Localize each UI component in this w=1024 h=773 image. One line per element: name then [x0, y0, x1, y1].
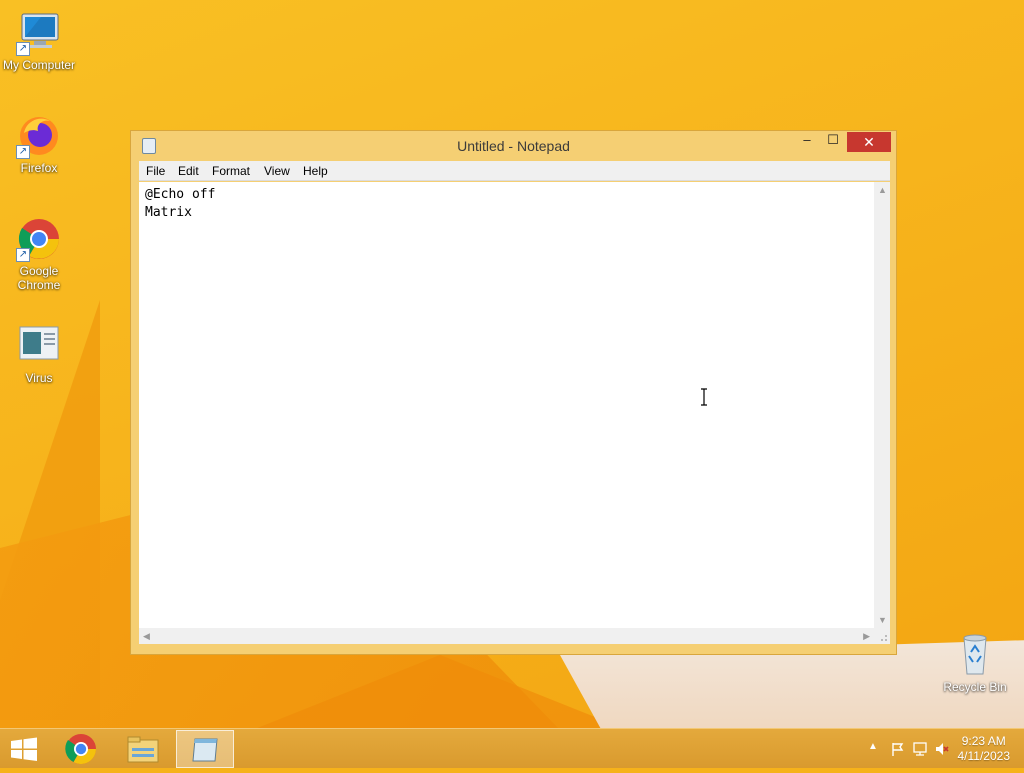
scroll-down-icon[interactable]: ▼ — [878, 615, 887, 625]
taskbar-notepad-button[interactable] — [176, 730, 234, 768]
minimize-button[interactable]: – — [793, 132, 821, 152]
taskbar: ▲ 9:23 AM 4/11/2023 — [0, 728, 1024, 768]
network-icon[interactable] — [912, 741, 928, 757]
window-title: Untitled - Notepad — [457, 138, 570, 154]
menu-view[interactable]: View — [264, 164, 290, 178]
recycle-bin-icon — [952, 632, 998, 678]
menu-format[interactable]: Format — [212, 164, 250, 178]
chrome-icon: ↗ — [16, 216, 62, 262]
desktop-icon-firefox[interactable]: ↗ Firefox — [0, 113, 78, 175]
taskbar-chrome-button[interactable] — [52, 730, 110, 768]
desktop-icon-label: Firefox — [20, 161, 58, 175]
firefox-icon: ↗ — [16, 113, 62, 159]
shortcut-arrow-icon: ↗ — [16, 42, 30, 56]
computer-icon: ↗ — [16, 10, 62, 56]
desktop-icon-my-computer[interactable]: ↗ My Computer — [0, 10, 78, 72]
menu-file[interactable]: File — [146, 164, 165, 178]
scroll-right-icon[interactable]: ▶ — [863, 631, 870, 642]
action-center-flag-icon[interactable] — [890, 741, 906, 757]
menu-bar: File Edit Format View Help — [139, 161, 890, 181]
clock[interactable]: 9:23 AM 4/11/2023 — [958, 734, 1011, 764]
text-editor[interactable]: @Echo off Matrix — [139, 182, 874, 628]
system-tray: ▲ 9:23 AM 4/11/2023 — [844, 729, 1024, 769]
clock-time: 9:23 AM — [961, 734, 1006, 748]
scroll-left-icon[interactable]: ◀ — [143, 631, 150, 642]
shortcut-file-icon — [16, 323, 62, 369]
taskbar-file-explorer-button[interactable] — [114, 730, 172, 768]
desktop-icon-label: Recycle Bin — [943, 680, 1007, 694]
show-hidden-icons-icon[interactable]: ▲ — [868, 741, 878, 752]
desktop-icon-google-chrome[interactable]: ↗ Google Chrome — [0, 216, 78, 292]
shortcut-arrow-icon: ↗ — [16, 248, 30, 262]
size-grip-icon[interactable] — [874, 628, 890, 644]
close-button[interactable]: ✕ — [847, 132, 891, 152]
desktop: ↗ My Computer ↗ Firefox ↗ Google Chrome … — [0, 0, 1024, 728]
clock-date: 4/11/2023 — [957, 749, 1011, 763]
shortcut-arrow-icon: ↗ — [16, 145, 30, 159]
notepad-icon — [192, 738, 218, 762]
desktop-icon-recycle-bin[interactable]: Recycle Bin — [936, 632, 1014, 694]
desktop-icon-label: Google Chrome — [17, 264, 61, 292]
menu-edit[interactable]: Edit — [178, 164, 199, 178]
title-bar[interactable]: Untitled - Notepad – ☐ ✕ — [131, 131, 896, 161]
start-button[interactable] — [0, 730, 48, 768]
horizontal-scrollbar[interactable]: ◀ ▶ — [139, 628, 874, 644]
windows-logo-icon — [11, 737, 37, 761]
menu-help[interactable]: Help — [303, 164, 328, 178]
volume-muted-icon[interactable] — [934, 741, 950, 757]
chrome-icon — [65, 734, 96, 765]
text-cursor-icon — [700, 388, 708, 406]
desktop-icon-label: My Computer — [2, 58, 76, 72]
vertical-scrollbar[interactable]: ▲ ▼ — [874, 182, 890, 628]
desktop-icon-virus[interactable]: Virus — [0, 323, 78, 385]
scroll-up-icon[interactable]: ▲ — [878, 185, 887, 195]
folder-icon — [127, 736, 159, 763]
notepad-window[interactable]: Untitled - Notepad – ☐ ✕ File Edit Forma… — [130, 130, 897, 655]
maximize-button[interactable]: ☐ — [819, 132, 847, 152]
desktop-icon-label: Virus — [25, 371, 53, 385]
